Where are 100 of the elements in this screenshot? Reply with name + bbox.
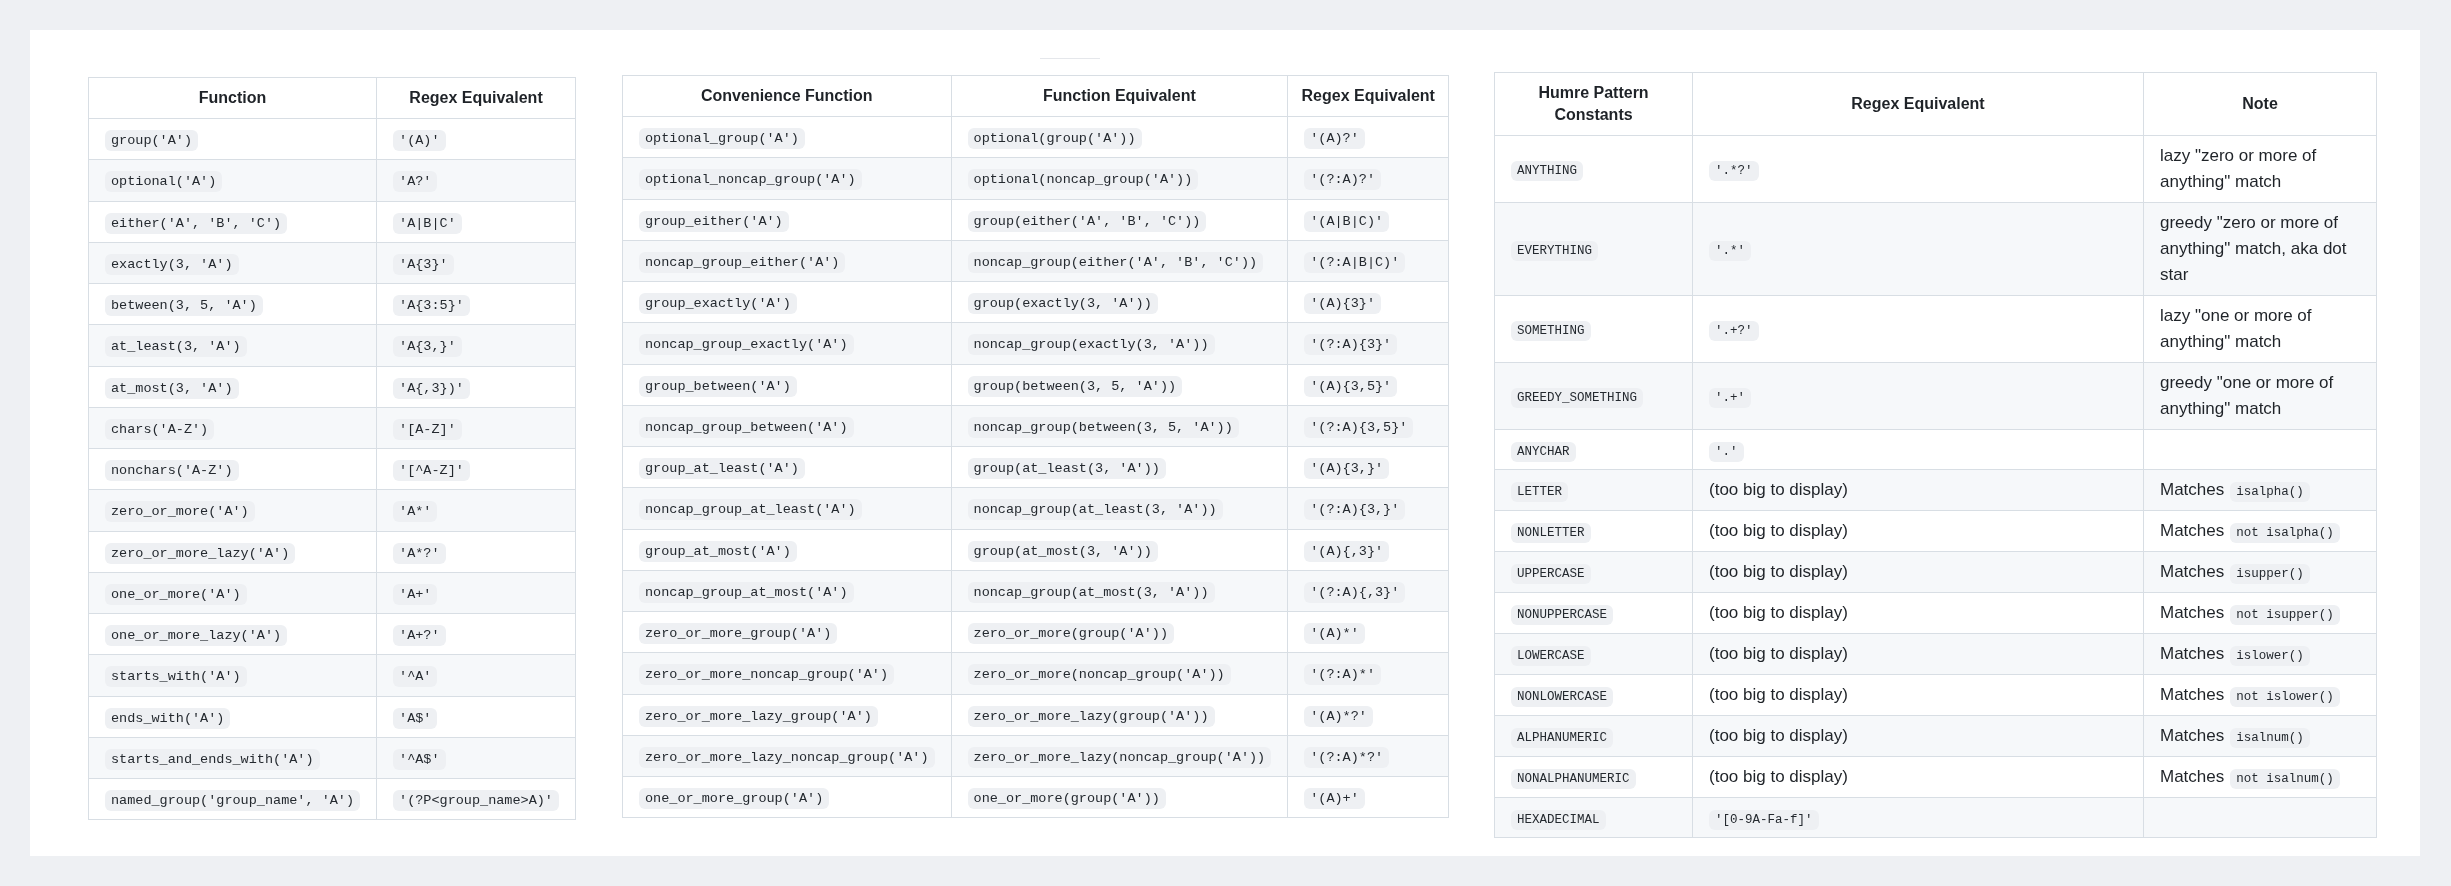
table-cell: (too big to display) xyxy=(1692,469,2144,511)
code-snippet: 'A?' xyxy=(393,171,438,193)
column-header: Regex Equivalent xyxy=(1287,75,1449,117)
code-snippet: '^A' xyxy=(393,666,438,688)
code-snippet: '(?:A)*?' xyxy=(1304,746,1390,768)
code-snippet: '(?:A)?' xyxy=(1304,169,1381,191)
note-text: Matches xyxy=(2160,480,2225,499)
code-snippet: '(?:A){3,5}' xyxy=(1304,416,1414,438)
code-snippet: noncap_group(at_least(3, 'A')) xyxy=(967,499,1223,521)
code-snippet: 'A{3}' xyxy=(393,253,454,275)
code-snippet: one_or_more_group('A') xyxy=(639,788,830,809)
code-snippet: group(at_least(3, 'A')) xyxy=(967,458,1166,479)
code-snippet: 'A{3:5}' xyxy=(393,295,470,316)
code-snippet: ANYCHAR xyxy=(1511,441,1576,462)
code-snippet: noncap_group(between(3, 5, 'A')) xyxy=(967,416,1239,438)
code-snippet: '(A){,3}' xyxy=(1304,540,1390,562)
code-snippet: '(A){3,5}' xyxy=(1304,375,1398,397)
code-snippet: at_least(3, 'A') xyxy=(105,336,247,358)
code-snippet: '(?:A|B|C)' xyxy=(1304,251,1406,273)
code-snippet: not isalpha() xyxy=(2230,523,2340,543)
code-snippet: nonchars('A-Z') xyxy=(105,460,239,481)
code-snippet: optional(noncap_group('A')) xyxy=(967,169,1199,191)
code-snippet: ends_with('A') xyxy=(105,707,231,729)
column-header: Humre Pattern Constants xyxy=(1494,72,1693,136)
table-cell: greedy "one or more of anything" match xyxy=(2143,362,2377,430)
code-snippet: NONLOWERCASE xyxy=(1511,687,1613,707)
code-snippet: '.+' xyxy=(1709,388,1751,408)
code-snippet: NONLETTER xyxy=(1511,523,1591,543)
code-snippet: '(A|B|C)' xyxy=(1304,210,1390,232)
code-snippet: '(?:A){3,}' xyxy=(1304,499,1406,521)
code-snippet: group_at_least('A') xyxy=(639,458,805,479)
code-snippet: isalnum() xyxy=(2230,728,2310,748)
column-header: Convenience Function xyxy=(622,75,952,117)
note-text: Matches xyxy=(2160,726,2225,745)
code-snippet: '(A)+' xyxy=(1304,788,1365,809)
code-snippet: zero_or_more('A') xyxy=(105,501,255,523)
table-cell: (too big to display) xyxy=(1692,592,2144,634)
note-text: Matches xyxy=(2160,603,2225,622)
code-snippet: 'A$' xyxy=(393,707,438,729)
code-snippet: ALPHANUMERIC xyxy=(1511,728,1613,748)
code-snippet: optional('A') xyxy=(105,171,223,193)
code-snippet: exactly(3, 'A') xyxy=(105,253,239,275)
code-snippet: 'A*' xyxy=(393,501,438,523)
code-snippet: optional(group('A')) xyxy=(967,128,1142,149)
code-snippet: noncap_group(exactly(3, 'A')) xyxy=(967,334,1215,356)
code-snippet: starts_and_ends_with('A') xyxy=(105,748,320,770)
code-snippet: '(?:A){3}' xyxy=(1304,334,1398,356)
column-header: Function Equivalent xyxy=(951,75,1288,117)
code-snippet: zero_or_more_lazy(noncap_group('A')) xyxy=(967,746,1272,768)
code-snippet: noncap_group_at_least('A') xyxy=(639,499,862,521)
table-cell: lazy "one or more of anything" match xyxy=(2143,295,2377,363)
code-snippet: starts_with('A') xyxy=(105,666,247,688)
code-snippet: group('A') xyxy=(105,130,198,151)
code-snippet: not isupper() xyxy=(2230,605,2340,625)
code-snippet: optional_noncap_group('A') xyxy=(639,169,862,191)
table-cell: (too big to display) xyxy=(1692,756,2144,798)
note-text: Matches xyxy=(2160,644,2225,663)
code-snippet: EVERYTHING xyxy=(1511,241,1598,261)
code-snippet: GREEDY_SOMETHING xyxy=(1511,388,1644,408)
code-snippet: zero_or_more_lazy_group('A') xyxy=(639,705,878,727)
code-snippet: one_or_more(group('A')) xyxy=(967,788,1166,809)
note-text: Matches xyxy=(2160,767,2225,786)
code-snippet: isalpha() xyxy=(2230,482,2310,502)
code-snippet: '(?P<group_name>A)' xyxy=(393,790,559,811)
table-cell: (too big to display) xyxy=(1692,715,2144,757)
code-snippet: between(3, 5, 'A') xyxy=(105,295,263,316)
code-snippet: group_either('A') xyxy=(639,210,789,232)
code-snippet: '.*' xyxy=(1709,241,1751,261)
code-snippet: chars('A-Z') xyxy=(105,418,215,440)
code-snippet: '.' xyxy=(1709,441,1744,462)
code-snippet: 'A*?' xyxy=(393,542,446,564)
note-text: Matches xyxy=(2160,562,2225,581)
code-snippet: 'A{3,}' xyxy=(393,336,462,358)
code-snippet: 'A|B|C' xyxy=(393,212,462,234)
code-snippet: '.*?' xyxy=(1709,161,1759,181)
code-snippet: named_group('group_name', 'A') xyxy=(105,790,361,811)
code-snippet: one_or_more('A') xyxy=(105,583,247,605)
code-snippet: not islower() xyxy=(2230,687,2340,707)
code-snippet: isupper() xyxy=(2230,564,2310,584)
note-text: Matches xyxy=(2160,521,2225,540)
code-snippet: noncap_group(either('A', 'B', 'C')) xyxy=(967,251,1264,273)
code-snippet: zero_or_more_noncap_group('A') xyxy=(639,664,895,686)
table-cell: (too big to display) xyxy=(1692,674,2144,716)
code-snippet: zero_or_more_lazy_noncap_group('A') xyxy=(639,746,935,768)
code-snippet: ANYTHING xyxy=(1511,161,1583,181)
table-cell: (too big to display) xyxy=(1692,551,2144,593)
code-snippet: NONUPPERCASE xyxy=(1511,605,1613,625)
code-snippet: group_exactly('A') xyxy=(639,293,797,314)
code-snippet: '.+?' xyxy=(1709,321,1759,341)
code-snippet: zero_or_more_lazy(group('A')) xyxy=(967,705,1215,727)
code-snippet: UPPERCASE xyxy=(1511,564,1591,584)
table-cell: (too big to display) xyxy=(1692,510,2144,552)
code-snippet: optional_group('A') xyxy=(639,128,805,149)
code-snippet: group_between('A') xyxy=(639,375,797,397)
code-snippet: noncap_group_either('A') xyxy=(639,251,846,273)
code-snippet: group(between(3, 5, 'A')) xyxy=(967,375,1183,397)
code-snippet: at_most(3, 'A') xyxy=(105,377,239,399)
column-header: Function xyxy=(88,77,377,119)
code-snippet: noncap_group(at_most(3, 'A')) xyxy=(967,581,1215,603)
code-snippet: group(at_most(3, 'A')) xyxy=(967,540,1158,562)
